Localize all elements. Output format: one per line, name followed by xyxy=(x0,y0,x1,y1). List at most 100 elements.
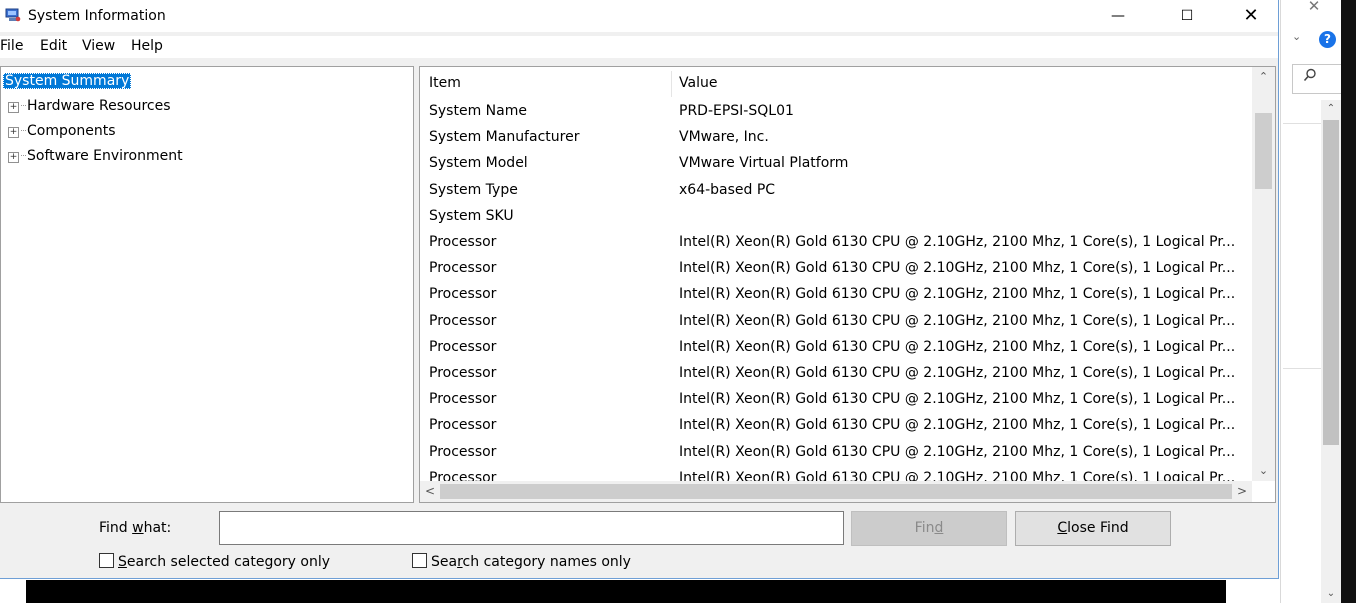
cell-item: System Name xyxy=(429,103,527,119)
table-row[interactable]: Processor Intel(R) Xeon(R) Gold 6130 CPU … xyxy=(420,256,1250,282)
background-dark-strip xyxy=(1341,0,1356,603)
horizontal-scrollbar[interactable]: < > xyxy=(420,481,1252,502)
cell-item: Processor xyxy=(429,417,497,434)
scroll-down-icon[interactable]: ⌄ xyxy=(1252,461,1275,481)
search-category-names-checkbox[interactable]: Search category names only xyxy=(412,553,631,571)
cell-item: Processor xyxy=(429,260,497,277)
table-row[interactable]: Processor Intel(R) Xeon(R) Gold 6130 CPU … xyxy=(420,309,1250,335)
cell-item: System Manufacturer xyxy=(429,129,580,146)
table-row[interactable]: Processor Intel(R) Xeon(R) Gold 6130 CPU … xyxy=(420,387,1250,413)
table-row[interactable]: System Type x64-based PC xyxy=(420,178,1250,204)
cell-item: Processor xyxy=(429,391,497,408)
background-scroll-down-icon[interactable]: ⌄ xyxy=(1321,588,1341,603)
scroll-right-icon[interactable]: > xyxy=(1232,481,1252,502)
tree-item-label: Software Environment xyxy=(27,148,183,164)
cell-value: Intel(R) Xeon(R) Gold 6130 CPU @ 2.10GHz… xyxy=(679,391,1236,408)
find-button[interactable]: Find xyxy=(851,511,1007,546)
find-what-input[interactable] xyxy=(219,511,844,545)
cell-item: System Type xyxy=(429,181,518,198)
cell-item: Processor xyxy=(429,365,497,381)
window-title: System Information xyxy=(28,8,166,24)
menu-file[interactable]: File xyxy=(0,38,23,54)
menu-edit[interactable]: Edit xyxy=(40,38,67,54)
expand-plus-icon[interactable]: + xyxy=(8,152,19,163)
background-divider xyxy=(1283,368,1323,369)
tree-item-components[interactable]: + Components xyxy=(8,120,116,142)
cell-value: Intel(R) Xeon(R) Gold 6130 CPU @ 2.10GHz… xyxy=(679,417,1236,434)
minimize-button[interactable]: — xyxy=(1095,0,1141,32)
scroll-thumb[interactable] xyxy=(440,484,1232,499)
tree-item-label: System Summary xyxy=(3,73,132,89)
table-row[interactable]: System Model VMware Virtual Platform xyxy=(420,151,1250,177)
table-row[interactable]: System SKU xyxy=(420,204,1250,230)
menu-view[interactable]: View xyxy=(82,38,115,54)
cell-value: VMware, Inc. xyxy=(679,129,769,146)
background-scroll-up-icon[interactable]: ⌃ xyxy=(1321,100,1341,118)
expand-plus-icon[interactable]: + xyxy=(8,127,19,138)
background-help-icon[interactable]: ? xyxy=(1319,31,1336,48)
system-information-icon xyxy=(5,8,21,22)
scroll-up-icon[interactable]: ⌃ xyxy=(1252,67,1275,87)
cell-value: Intel(R) Xeon(R) Gold 6130 CPU @ 2.10GHz… xyxy=(679,260,1236,277)
tree-connector xyxy=(21,105,26,106)
tree-item-software-environment[interactable]: + Software Environment xyxy=(8,145,183,167)
column-header: Item Value xyxy=(420,71,1250,97)
search-icon xyxy=(1303,68,1316,82)
cell-value: Intel(R) Xeon(R) Gold 6130 CPU @ 2.10GHz… xyxy=(679,234,1236,250)
close-find-button[interactable]: Close Find xyxy=(1015,511,1171,546)
background-divider xyxy=(1283,123,1323,124)
background-close-icon[interactable]: ✕ xyxy=(1302,0,1326,16)
cell-item: Processor xyxy=(429,234,497,250)
scroll-left-icon[interactable]: < xyxy=(420,481,440,502)
table-row[interactable]: Processor Intel(R) Xeon(R) Gold 6130 CPU … xyxy=(420,282,1250,308)
table-row[interactable]: System Name PRD-EPSI-SQL01 xyxy=(420,99,1250,125)
tree-item-system-summary[interactable]: System Summary xyxy=(3,70,132,92)
cell-value: VMware Virtual Platform xyxy=(679,155,849,172)
checkbox-box[interactable] xyxy=(412,553,427,568)
column-header-item[interactable]: Item xyxy=(429,75,461,91)
checkbox-box[interactable] xyxy=(99,553,114,568)
cell-value: PRD-EPSI-SQL01 xyxy=(679,103,794,119)
cell-item: System Model xyxy=(429,155,528,172)
cell-value: Intel(R) Xeon(R) Gold 6130 CPU @ 2.10GHz… xyxy=(679,338,1236,355)
cell-value: Intel(R) Xeon(R) Gold 6130 CPU @ 2.10GHz… xyxy=(679,312,1236,329)
background-chevron-down-icon[interactable]: ⌄ xyxy=(1292,30,1301,43)
details-list[interactable]: Item Value System Name PRD-EPSI-SQL01 Syst… xyxy=(419,66,1276,503)
column-header-value[interactable]: Value xyxy=(679,75,717,91)
cell-item: Processor xyxy=(429,443,497,460)
cell-value: x64-based PC xyxy=(679,181,776,198)
menu-bar: File Edit View Help xyxy=(0,36,1278,58)
table-row[interactable]: System Manufacturer VMware, Inc. xyxy=(420,125,1250,151)
background-scroll-thumb[interactable] xyxy=(1323,120,1339,445)
cell-item: Processor xyxy=(429,312,497,329)
column-separator[interactable] xyxy=(671,71,672,97)
cell-item: Processor xyxy=(429,338,497,355)
cell-value: Intel(R) Xeon(R) Gold 6130 CPU @ 2.10GHz… xyxy=(679,443,1236,460)
title-bar[interactable]: System Information — ☐ ✕ xyxy=(0,0,1278,32)
background-search-box[interactable] xyxy=(1292,64,1342,94)
find-what-label: Find what: xyxy=(99,520,172,536)
table-row[interactable]: Processor Intel(R) Xeon(R) Gold 6130 CPU … xyxy=(420,230,1250,256)
scroll-thumb[interactable] xyxy=(1255,113,1272,189)
tree-item-label: Hardware Resources xyxy=(27,98,171,114)
vertical-scrollbar[interactable]: ⌃ ⌄ xyxy=(1252,67,1275,481)
cell-value: Intel(R) Xeon(R) Gold 6130 CPU @ 2.10GHz… xyxy=(679,286,1236,303)
close-button[interactable]: ✕ xyxy=(1228,0,1274,32)
cell-value: Intel(R) Xeon(R) Gold 6130 CPU @ 2.10GHz… xyxy=(679,365,1236,381)
tree-connector xyxy=(21,130,26,131)
cell-item: Processor xyxy=(429,286,497,303)
table-row[interactable]: Processor Intel(R) Xeon(R) Gold 6130 CPU … xyxy=(420,413,1250,439)
tree-item-hardware-resources[interactable]: + Hardware Resources xyxy=(8,95,171,117)
background-dark-strip xyxy=(26,580,1226,603)
table-row[interactable]: Processor Intel(R) Xeon(R) Gold 6130 CPU … xyxy=(420,335,1250,361)
category-tree[interactable]: System Summary + Hardware Resources + Comp… xyxy=(0,66,414,503)
maximize-button[interactable]: ☐ xyxy=(1164,0,1210,32)
expand-plus-icon[interactable]: + xyxy=(8,102,19,113)
cell-item: System SKU xyxy=(429,207,514,224)
menu-help[interactable]: Help xyxy=(131,38,163,54)
tree-connector xyxy=(21,155,26,156)
table-row[interactable]: Processor Intel(R) Xeon(R) Gold 6130 CPU … xyxy=(420,440,1250,466)
tree-item-label: Components xyxy=(27,123,116,139)
search-selected-category-checkbox[interactable]: Search selected category only xyxy=(99,553,330,571)
table-row[interactable]: Processor Intel(R) Xeon(R) Gold 6130 CPU … xyxy=(420,361,1250,387)
